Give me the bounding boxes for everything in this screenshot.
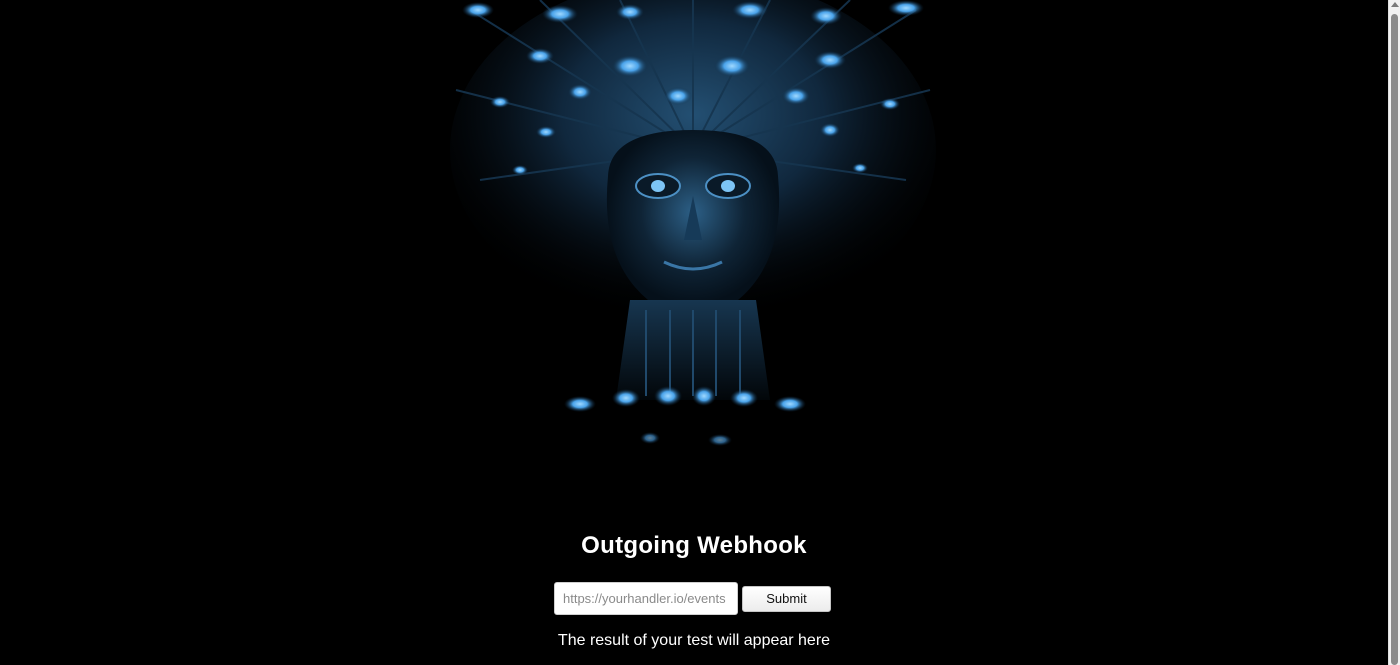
webhook-form: Submit: [554, 582, 831, 615]
scrollbar-thumb[interactable]: [1391, 14, 1398, 665]
page-title: Outgoing Webhook: [581, 532, 807, 559]
vertical-scrollbar[interactable]: [1388, 0, 1400, 665]
result-text: The result of your test will appear here: [557, 632, 831, 649]
page-viewport: Outgoing Webhook Submit The result of yo…: [0, 0, 1388, 665]
scroll-up-arrow-icon[interactable]: [1391, 2, 1399, 7]
hero-artwork: [450, 0, 936, 470]
hero-artwork-image: [450, 0, 936, 446]
webhook-url-input[interactable]: [554, 582, 738, 615]
submit-button[interactable]: Submit: [742, 585, 831, 612]
